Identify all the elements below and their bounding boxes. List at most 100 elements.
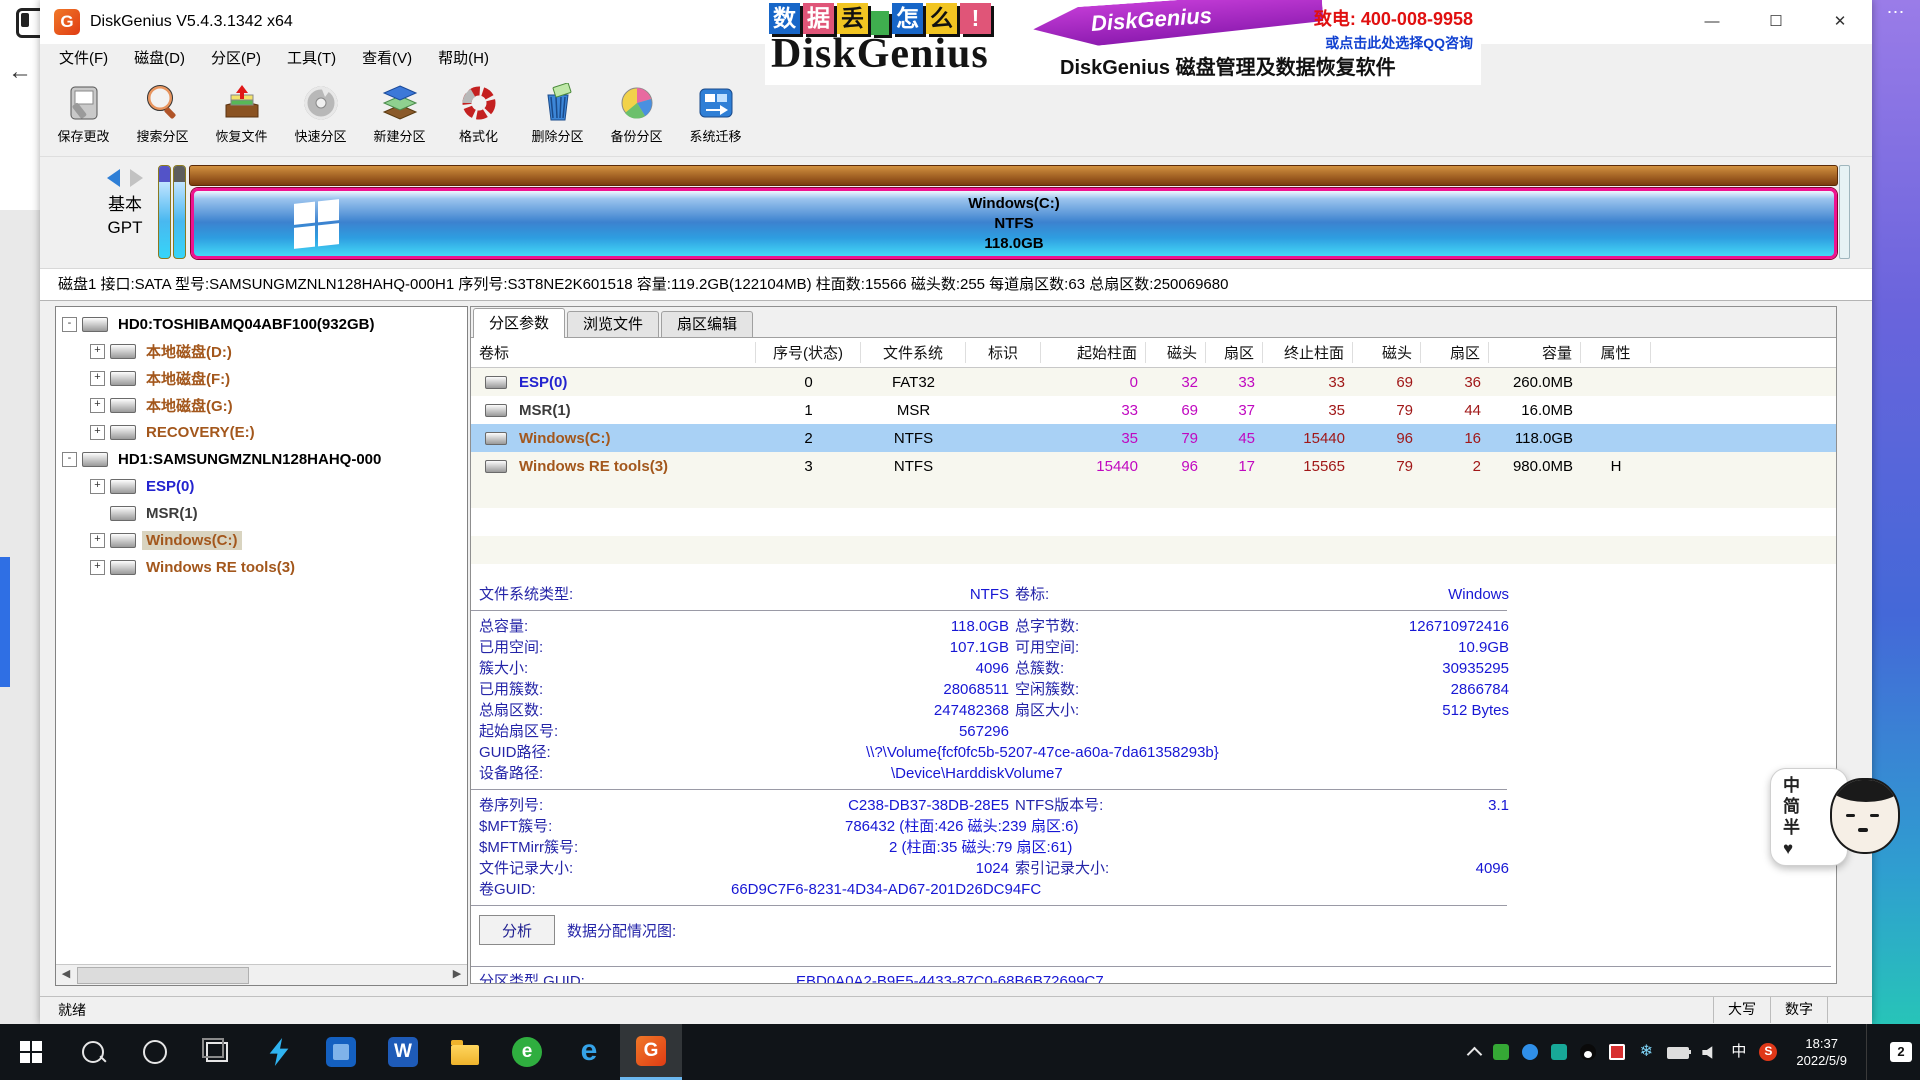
taskbar-search-button[interactable] [62, 1024, 124, 1080]
tree-item-esp[interactable]: +ESP(0) [56, 473, 467, 500]
col-end-cylinder[interactable]: 终止柱面 [1263, 342, 1353, 363]
tray-blue-circle-icon[interactable] [1522, 1044, 1538, 1060]
disc-icon [300, 83, 342, 123]
col-filesystem[interactable]: 文件系统 [861, 342, 966, 363]
tray-red-app-icon[interactable] [1609, 1044, 1625, 1060]
tree-item-disk-g[interactable]: +本地磁盘(G:) [56, 392, 467, 419]
tree-horizontal-scrollbar[interactable]: ◀ ▶ [56, 964, 467, 985]
expand-icon[interactable]: + [90, 479, 105, 494]
clock-date: 2022/5/9 [1796, 1052, 1847, 1069]
next-disk-arrow-icon[interactable] [130, 169, 143, 187]
notification-badge[interactable]: 2 [1890, 1042, 1912, 1062]
backup-partition-button[interactable]: 备份分区 [597, 71, 676, 156]
volume-icon[interactable] [1702, 1046, 1718, 1060]
analyze-button[interactable]: 分析 [479, 915, 555, 945]
table-row-windows-re[interactable]: Windows RE tools(3) 3 NTFS 15440 96 17 1… [471, 452, 1836, 480]
minimize-button[interactable]: — [1680, 0, 1744, 44]
sogou-ime-icon[interactable]: S [1759, 1043, 1777, 1061]
col-volume[interactable]: 卷标 [471, 342, 756, 363]
tree-item-windows-re[interactable]: +Windows RE tools(3) [56, 554, 467, 581]
collapse-icon[interactable]: - [62, 317, 77, 332]
menu-disk[interactable]: 磁盘(D) [121, 47, 198, 68]
format-button[interactable]: 格式化 [439, 71, 518, 156]
tree-item-hd0[interactable]: -HD0:TOSHIBAMQ04ABF100(932GB) [56, 311, 467, 338]
banner-ribbon: DiskGenius [1032, 0, 1324, 50]
tab-sector-edit[interactable]: 扇区编辑 [661, 311, 753, 337]
collapse-icon[interactable]: - [62, 452, 77, 467]
esp-partition-bar[interactable] [158, 165, 171, 259]
table-row-esp[interactable]: ESP(0) 0 FAT32 0 32 33 33 69 36 260.0MB [471, 368, 1836, 396]
menu-view[interactable]: 查看(V) [349, 47, 425, 68]
taskbar-diskgenius-active[interactable]: G [620, 1024, 682, 1080]
tab-partition-params[interactable]: 分区参数 [473, 308, 565, 338]
new-partition-button[interactable]: 新建分区 [360, 71, 439, 156]
scrollbar-thumb[interactable] [77, 967, 249, 984]
col-end-sector[interactable]: 扇区 [1421, 342, 1489, 363]
menu-file[interactable]: 文件(F) [46, 47, 121, 68]
tab-browse-files[interactable]: 浏览文件 [567, 311, 659, 337]
col-start-cylinder[interactable]: 起始柱面 [1041, 342, 1146, 363]
ad-banner[interactable]: 数 据 丢 怎 么 ! DiskGenius DiskGenius 致电: 40… [765, 0, 1481, 85]
tree-item-msr[interactable]: MSR(1) [56, 500, 467, 527]
menu-tools[interactable]: 工具(T) [274, 47, 349, 68]
scroll-right-arrow-icon[interactable]: ▶ [447, 965, 467, 984]
cortana-button[interactable] [124, 1024, 186, 1080]
taskbar-file-explorer[interactable] [434, 1024, 496, 1080]
banner-qq-link[interactable]: 或点击此处选择QQ咨询 [1314, 33, 1473, 53]
save-changes-button[interactable]: 保存更改 [44, 71, 123, 156]
tree-item-windows-c[interactable]: +Windows(C:) [56, 527, 467, 554]
tray-snowflake-icon[interactable]: ❄ [1638, 1044, 1654, 1060]
tree-item-recovery-e[interactable]: +RECOVERY(E:) [56, 419, 467, 446]
menu-help[interactable]: 帮助(H) [425, 47, 502, 68]
menu-partition[interactable]: 分区(P) [198, 47, 274, 68]
close-button[interactable]: ✕ [1808, 0, 1872, 44]
taskbar-app-bolt[interactable] [248, 1024, 310, 1080]
show-hidden-icons-chevron[interactable] [1467, 1046, 1483, 1062]
system-migrate-button[interactable]: 系统迁移 [676, 71, 755, 156]
col-capacity[interactable]: 容量 [1489, 342, 1581, 363]
expand-icon[interactable]: + [90, 425, 105, 440]
prev-disk-arrow-icon[interactable] [107, 169, 120, 187]
expand-icon[interactable]: + [90, 398, 105, 413]
tray-antivirus-icon[interactable] [1493, 1044, 1509, 1060]
table-row-windows-selected[interactable]: Windows(C:) 2 NTFS 35 79 45 15440 96 16 … [471, 424, 1836, 452]
search-partition-button[interactable]: 搜索分区 [123, 71, 202, 156]
quick-partition-button[interactable]: 快速分区 [281, 71, 360, 156]
taskbar-green-browser[interactable]: e [496, 1024, 558, 1080]
col-end-head[interactable]: 磁头 [1353, 342, 1421, 363]
tray-teal-app-icon[interactable] [1551, 1044, 1567, 1060]
col-flag[interactable]: 标识 [966, 342, 1041, 363]
col-index-status[interactable]: 序号(状态) [756, 342, 861, 363]
task-view-button[interactable] [186, 1024, 248, 1080]
start-button[interactable] [0, 1024, 62, 1080]
taskbar-edge[interactable]: e [558, 1024, 620, 1080]
col-start-sector[interactable]: 扇区 [1206, 342, 1263, 363]
taskbar-word[interactable]: W [372, 1024, 434, 1080]
tree-item-disk-f[interactable]: +本地磁盘(F:) [56, 365, 467, 392]
maximize-button[interactable]: ☐ [1744, 0, 1808, 44]
tree-item-hd1[interactable]: -HD1:SAMSUNGMZNLN128HAHQ-000 [56, 446, 467, 473]
windows-partition-bar[interactable]: Windows(C:) NTFS 118.0GB [191, 188, 1837, 259]
col-attributes[interactable]: 属性 [1581, 342, 1651, 363]
input-language-indicator[interactable]: 中 [1731, 1044, 1746, 1060]
battery-icon[interactable] [1667, 1047, 1689, 1059]
delete-partition-button[interactable]: 删除分区 [518, 71, 597, 156]
ime-status-widget[interactable]: 中 简 半 ♥ [1770, 768, 1898, 868]
tray-qq-icon[interactable] [1580, 1044, 1596, 1060]
col-start-head[interactable]: 磁头 [1146, 342, 1206, 363]
scroll-left-arrow-icon[interactable]: ◀ [56, 965, 76, 984]
expand-icon[interactable]: + [90, 371, 105, 386]
layers-icon [379, 83, 421, 123]
blue-app-icon [326, 1037, 356, 1067]
tree-item-disk-d[interactable]: +本地磁盘(D:) [56, 338, 467, 365]
taskbar-clock[interactable]: 18:37 2022/5/9 [1790, 1035, 1853, 1069]
expand-icon[interactable]: + [90, 533, 105, 548]
show-desktop-strip[interactable] [1866, 1024, 1871, 1080]
table-row-msr[interactable]: MSR(1) 1 MSR 33 69 37 35 79 44 16.0MB [471, 396, 1836, 424]
disk-strip-bar[interactable] [189, 165, 1838, 186]
msr-partition-bar[interactable] [173, 165, 186, 259]
taskbar-app-blue[interactable] [310, 1024, 372, 1080]
expand-icon[interactable]: + [90, 560, 105, 575]
recover-files-button[interactable]: 恢复文件 [202, 71, 281, 156]
expand-icon[interactable]: + [90, 344, 105, 359]
